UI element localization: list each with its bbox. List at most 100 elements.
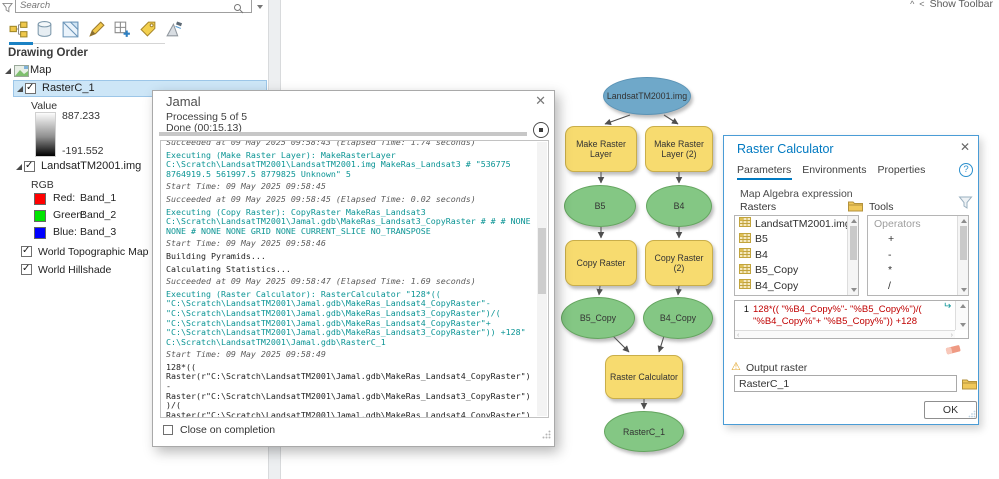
scroll-up-icon[interactable] [851,219,857,223]
tools-scrollbar[interactable] [957,216,968,295]
model-node-rout[interactable]: RasterC_1 [604,411,684,452]
model-node-mrl2[interactable]: Make Raster Layer (2) [645,126,713,172]
scrollbar-thumb[interactable] [850,226,857,260]
scroll-up-icon[interactable] [961,219,967,223]
scroll-down-icon[interactable] [851,288,857,292]
raster-list-item[interactable]: B4 [735,247,858,263]
band-color-swatch [34,210,46,222]
panel-title: Raster Calculator [737,142,834,156]
active-tab-underline [737,178,792,180]
resize-grip-icon[interactable] [968,405,976,423]
stop-button[interactable] [533,122,549,138]
layer-visibility-checkbox[interactable] [21,246,32,257]
imagery-icon[interactable] [164,19,185,40]
model-node-landsat[interactable]: LandsatTM2001.img [603,77,691,115]
raster-list-item[interactable]: B4_Copy [735,278,858,294]
expression-hscrollbar[interactable]: ‹ › [735,330,955,338]
data-source-icon[interactable] [34,19,55,40]
scroll-left-icon[interactable]: ‹ [737,332,739,339]
progress-bar [159,132,527,136]
raster-layer-label: RasterC_1 [42,82,95,94]
progress-dialog: Jamal ✕ Processing 5 of 5 Done (00:15.13… [152,90,555,447]
legend-rgb-label: RGB [31,179,54,191]
browse-output-folder-icon[interactable] [962,377,977,395]
close-icon[interactable]: ✕ [960,140,970,154]
model-node-b4[interactable]: B4 [646,185,712,227]
log-line: Executing (Make Raster Layer): MakeRaste… [166,151,534,180]
scroll-right-icon[interactable]: › [951,332,953,339]
show-toolbar-button[interactable]: ^ < Show Toolbar [910,0,993,10]
log-line: Calculating Statistics... [166,265,534,275]
log-scrollbar[interactable] [537,142,547,416]
layer-visibility-checkbox[interactable] [21,264,32,275]
map-algebra-label: Map Algebra expression [740,188,853,200]
close-on-completion-checkbox[interactable] [163,425,173,435]
model-node-rcalc[interactable]: Raster Calculator [605,355,683,399]
scroll-down-icon[interactable] [960,323,966,327]
model-node-mrl1[interactable]: Make Raster Layer [565,126,637,172]
log-line: Start Time: 09 May 2025 09:58:46 [166,239,534,249]
help-icon[interactable]: ? [959,163,973,177]
tab-properties[interactable]: Properties [877,164,925,176]
rasters-scrollbar[interactable] [847,216,858,295]
filter-icon[interactable] [2,1,13,19]
model-node-b4c[interactable]: B4_Copy [643,297,713,339]
model-node-b5c[interactable]: B5_Copy [561,297,635,339]
raster-item-label: B4 [755,249,768,261]
model-node-cr1[interactable]: Copy Raster [565,240,637,286]
expression-vscrollbar[interactable] [955,301,968,330]
scrollbar-thumb[interactable] [960,226,967,260]
selection-icon[interactable] [60,19,81,40]
editing-pencil-icon[interactable] [86,19,107,40]
scroll-down-icon[interactable] [961,288,967,292]
raster-list-item[interactable]: B5 [735,232,858,248]
expand-triangle-icon[interactable] [16,164,22,170]
scrollbar-thumb[interactable] [538,228,546,294]
operator-item[interactable]: - [868,247,968,263]
dialog-title: Jamal [166,94,201,109]
resize-grip-icon[interactable] [542,426,551,444]
tab-environments[interactable]: Environments [802,164,866,176]
expression-text[interactable]: 128*(( "%B4_Copy%"- "%B5_Copy%")/( "%B4_… [753,304,938,328]
layer-visibility-checkbox[interactable] [25,83,36,94]
model-node-b5[interactable]: B5 [564,185,636,227]
operator-item[interactable]: / [868,278,968,294]
arcgis-pro-window: Drawing Order Map RasterC_1 Value 887.23… [0,0,999,479]
labeling-tag-icon[interactable] [138,19,159,40]
model-node-cr2[interactable]: Copy Raster (2) [645,240,713,286]
expand-triangle-icon[interactable] [5,68,11,74]
drawing-order-icon[interactable] [8,19,29,40]
scroll-up-icon[interactable] [960,304,966,308]
snapping-grid-icon[interactable] [112,19,133,40]
tools-list[interactable]: Operators+-*/ [867,215,969,296]
raster-list-item[interactable]: LandsatTM2001.img [735,216,858,232]
band-channel-label: Blue: [53,226,77,238]
search-icon[interactable] [233,1,244,19]
operator-item[interactable]: + [868,232,968,248]
rasters-list[interactable]: LandsatTM2001.imgB5 B4 B5_CopyB4_Copy [734,215,859,296]
raster-list-item[interactable]: B5_Copy [735,263,858,279]
filter-funnel-icon[interactable] [958,196,973,215]
pane-title: Drawing Order [8,47,88,59]
tree-item-map[interactable]: Map [0,62,268,79]
layer-visibility-checkbox[interactable] [24,161,35,172]
eraser-icon[interactable] [945,343,962,361]
expand-triangle-icon[interactable] [17,86,23,92]
operator-item[interactable]: * [868,263,968,279]
close-icon[interactable]: ✕ [535,93,546,109]
basemap-label: World Hillshade [38,264,111,276]
search-input[interactable] [15,0,252,13]
log-line: Executing (Copy Raster): CopyRaster Make… [166,208,534,237]
chevron-down-icon[interactable] [257,5,263,9]
log-line: Executing (Raster Calculator): RasterCal… [166,290,534,348]
active-tab-indicator [9,42,33,45]
tab-parameters[interactable]: Parameters [737,164,791,176]
raster-list-item-partial[interactable] [735,294,858,297]
expression-editor[interactable]: 1 128*(( "%B4_Copy%"- "%B5_Copy%")/( "%B… [734,300,969,339]
raster-icon [739,247,751,262]
warning-icon: ⚠ [731,360,741,373]
raster-item-label: B5 [755,233,768,245]
log-line: Succeeded at 09 May 2025 09:58:43 (Elaps… [166,140,534,148]
output-raster-input[interactable] [734,375,957,392]
log-box[interactable]: Succeeded at 09 May 2025 09:58:43 (Elaps… [160,140,549,418]
